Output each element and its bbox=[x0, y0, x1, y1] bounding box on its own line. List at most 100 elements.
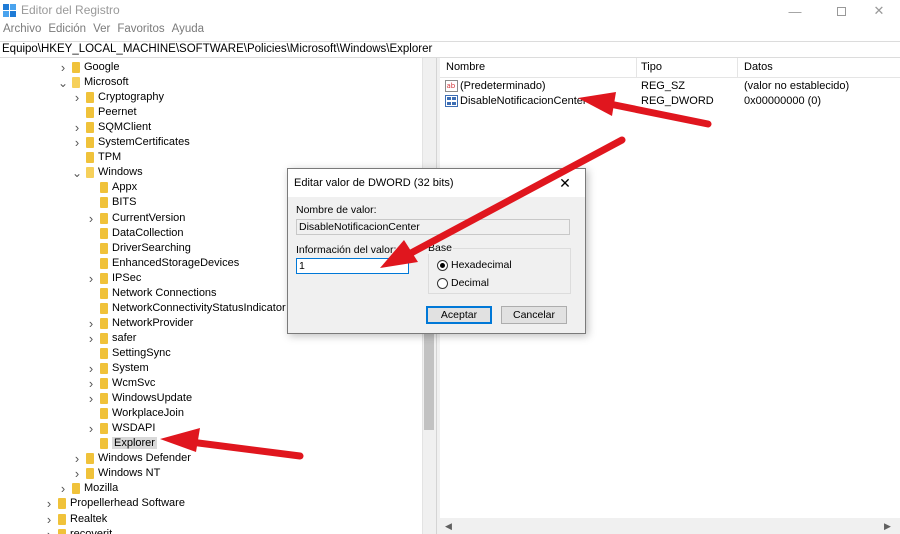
tree-node[interactable]: › WSDAPI bbox=[0, 421, 420, 436]
menu-favoritos[interactable]: Favoritos bbox=[116, 23, 165, 40]
tree-node[interactable]: › SystemCertificates bbox=[0, 135, 420, 150]
folder-icon bbox=[72, 77, 80, 89]
tree-node[interactable]: › Realtek bbox=[0, 512, 420, 527]
tree-node[interactable]: › WindowsUpdate bbox=[0, 391, 420, 406]
menu-ver[interactable]: Ver bbox=[92, 23, 111, 40]
chevron-right-icon[interactable]: › bbox=[86, 211, 96, 226]
scroll-right-icon[interactable]: ▶ bbox=[884, 521, 891, 532]
menu-edicion[interactable]: Edición bbox=[47, 23, 87, 40]
value-data-field[interactable]: 1 bbox=[296, 258, 409, 274]
tree-node[interactable]: › Google bbox=[0, 60, 420, 75]
tree-node[interactable]: › Windows NT bbox=[0, 466, 420, 481]
menu-ayuda[interactable]: Ayuda bbox=[171, 23, 205, 40]
folder-icon bbox=[100, 363, 108, 374]
tree-node-label: Mozilla bbox=[84, 482, 119, 495]
decimal-radio-label[interactable]: Decimal bbox=[451, 277, 489, 289]
menu-archivo[interactable]: Archivo bbox=[2, 23, 42, 40]
folder-icon bbox=[100, 317, 108, 329]
list-horizontal-scrollbar[interactable] bbox=[440, 518, 900, 534]
chevron-right-icon[interactable]: › bbox=[44, 512, 54, 527]
value-data-label: Información del valor: bbox=[296, 244, 397, 256]
hex-radio[interactable] bbox=[437, 260, 448, 271]
chevron-right-icon[interactable]: › bbox=[86, 421, 96, 436]
folder-icon bbox=[86, 167, 94, 179]
value-name-field[interactable]: DisableNotificacionCenter bbox=[296, 219, 570, 235]
ok-button[interactable]: Aceptar bbox=[426, 306, 492, 324]
edit-dword-dialog: Editar valor de DWORD (32 bits) ✕ Nombre… bbox=[287, 168, 586, 334]
chevron-right-icon[interactable]: › bbox=[86, 391, 96, 406]
minimize-button[interactable]: — bbox=[772, 0, 818, 22]
folder-icon bbox=[86, 453, 94, 465]
tree-node-label: Propellerhead Software bbox=[70, 497, 185, 510]
tree-node-label: IPSec bbox=[112, 271, 142, 284]
tree-node[interactable]: Peernet bbox=[0, 105, 420, 120]
chevron-right-icon[interactable]: › bbox=[86, 271, 96, 286]
chevron-right-icon[interactable]: › bbox=[44, 527, 54, 534]
close-button[interactable]: ✕ bbox=[856, 0, 900, 22]
chevron-right-icon[interactable]: › bbox=[86, 331, 96, 346]
hex-radio-label[interactable]: Hexadecimal bbox=[451, 259, 512, 271]
value-type: REG_SZ bbox=[641, 80, 686, 92]
tree-node-label: Realtek bbox=[70, 512, 108, 525]
tree-node-label: Appx bbox=[112, 181, 138, 194]
tree-node[interactable]: TPM bbox=[0, 150, 420, 165]
folder-icon bbox=[100, 378, 108, 390]
chevron-down-icon[interactable]: ⌄ bbox=[58, 75, 68, 90]
tree-node[interactable]: › Cryptography bbox=[0, 90, 420, 105]
tree-node-label: safer bbox=[112, 331, 137, 344]
close-icon: ✕ bbox=[873, 3, 885, 18]
folder-icon bbox=[86, 137, 94, 149]
value-name: (Predeterminado) bbox=[460, 80, 546, 92]
column-separator[interactable] bbox=[737, 58, 738, 78]
folder-icon bbox=[100, 227, 108, 239]
chevron-right-icon[interactable]: › bbox=[72, 90, 82, 105]
column-header-nombre[interactable]: Nombre bbox=[446, 61, 485, 73]
tree-node[interactable]: SettingSync bbox=[0, 346, 420, 361]
menu-bar: Archivo Edición Ver Favoritos Ayuda bbox=[0, 23, 210, 40]
tree-node-label: WindowsUpdate bbox=[112, 392, 193, 405]
chevron-right-icon[interactable]: › bbox=[72, 120, 82, 135]
decimal-radio[interactable] bbox=[437, 278, 448, 289]
cancel-button[interactable]: Cancelar bbox=[501, 306, 567, 324]
address-bar[interactable]: Equipo\HKEY_LOCAL_MACHINE\SOFTWARE\Polic… bbox=[0, 41, 900, 58]
chevron-right-icon[interactable]: › bbox=[58, 481, 68, 496]
chevron-right-icon[interactable]: › bbox=[86, 361, 96, 376]
chevron-right-icon[interactable]: › bbox=[72, 466, 82, 481]
scroll-left-icon[interactable]: ◀ bbox=[445, 521, 452, 532]
chevron-right-icon[interactable]: › bbox=[58, 60, 68, 75]
tree-node[interactable]: › SQMClient bbox=[0, 120, 420, 135]
chevron-right-icon[interactable]: › bbox=[44, 496, 54, 511]
tree-node-label: DataCollection bbox=[112, 226, 184, 239]
folder-icon bbox=[86, 468, 94, 480]
base-groupbox bbox=[428, 248, 571, 294]
tree-node-label: Explorer bbox=[112, 437, 157, 450]
column-header-tipo[interactable]: Tipo bbox=[641, 61, 662, 73]
tree-node[interactable]: WorkplaceJoin bbox=[0, 406, 420, 421]
folder-icon bbox=[100, 242, 108, 254]
tree-node[interactable]: ⌄ Microsoft bbox=[0, 75, 420, 90]
window-title: Editor del Registro bbox=[21, 3, 120, 17]
folder-icon bbox=[100, 408, 108, 420]
tree-node[interactable]: › WcmSvc bbox=[0, 376, 420, 391]
string-value-icon: ab bbox=[445, 80, 458, 92]
chevron-right-icon[interactable]: › bbox=[72, 135, 82, 150]
tree-node[interactable]: › Windows Defender bbox=[0, 451, 420, 466]
tree-node[interactable]: › recoverit bbox=[0, 527, 420, 534]
chevron-right-icon[interactable]: › bbox=[72, 451, 82, 466]
tree-node[interactable]: › Mozilla bbox=[0, 481, 420, 496]
value-data: (valor no establecido) bbox=[744, 80, 850, 92]
folder-icon bbox=[86, 107, 94, 119]
tree-node[interactable]: › Propellerhead Software bbox=[0, 496, 420, 511]
tree-node[interactable]: › System bbox=[0, 361, 420, 376]
chevron-right-icon[interactable]: › bbox=[86, 376, 96, 391]
tree-node-label: Google bbox=[84, 61, 120, 73]
value-name-label: Nombre de valor: bbox=[296, 204, 377, 216]
column-separator[interactable] bbox=[636, 58, 637, 78]
chevron-down-icon[interactable]: ⌄ bbox=[72, 165, 82, 180]
column-header-datos[interactable]: Datos bbox=[744, 61, 773, 73]
tree-node[interactable]: Explorer bbox=[0, 436, 420, 451]
dialog-close-icon[interactable]: ✕ bbox=[554, 173, 576, 193]
folder-icon bbox=[100, 423, 108, 435]
chevron-right-icon[interactable]: › bbox=[86, 316, 96, 331]
registry-editor-icon bbox=[3, 4, 16, 17]
